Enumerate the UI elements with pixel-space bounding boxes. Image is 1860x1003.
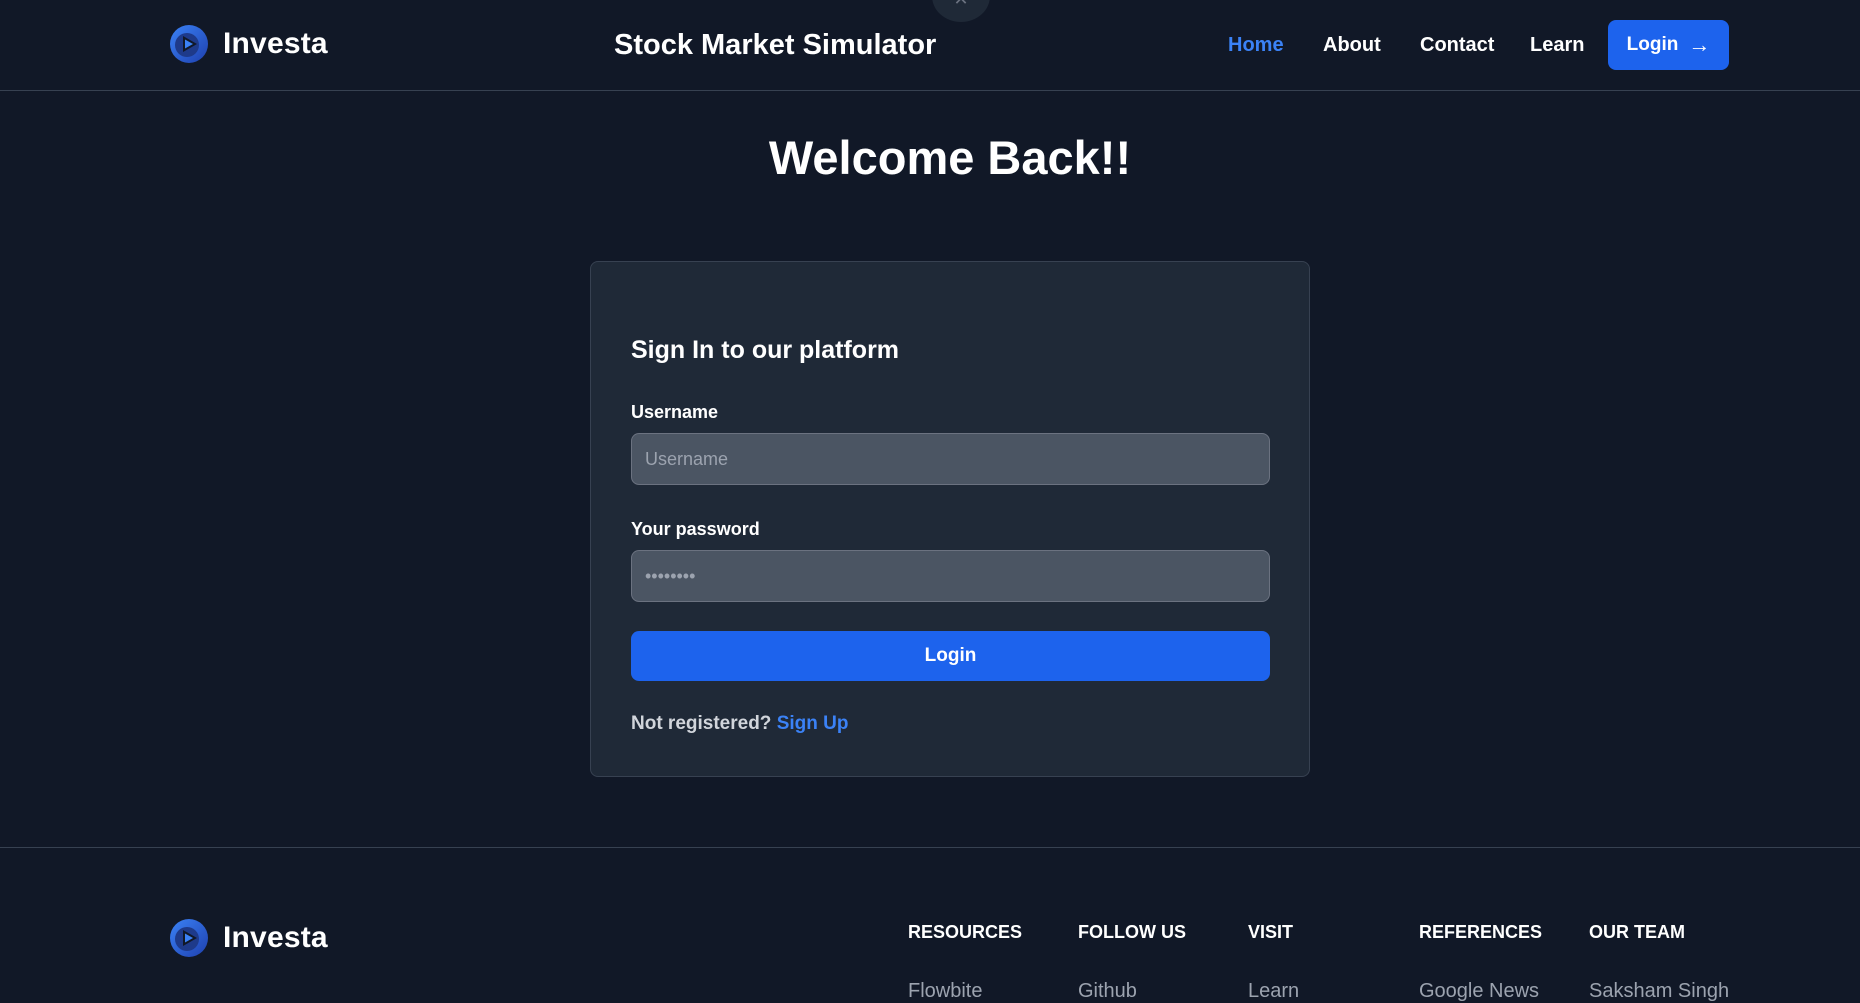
brand-name: Investa bbox=[223, 27, 328, 60]
footer-brand[interactable]: Investa bbox=[169, 918, 328, 958]
signup-prompt: Not registered? Sign Up bbox=[631, 713, 848, 735]
footer-col-follow-us: FOLLOW US Github bbox=[1078, 922, 1186, 1003]
footer-heading: OUR TEAM bbox=[1589, 922, 1685, 942]
signup-prompt-text: Not registered? bbox=[631, 713, 772, 734]
sign-in-card: Sign In to our platform Username Your pa… bbox=[590, 261, 1310, 777]
password-label: Your password bbox=[631, 519, 760, 539]
welcome-heading: Welcome Back!! bbox=[768, 131, 1132, 184]
footer: Investa RESOURCES Flowbite FOLLOW US Git… bbox=[0, 847, 1860, 1002]
footer-heading: VISIT bbox=[1248, 922, 1294, 942]
close-icon[interactable]: ✕ bbox=[932, 0, 990, 22]
nav-contact[interactable]: Contact bbox=[1420, 34, 1494, 57]
sign-in-title: Sign In to our platform bbox=[631, 336, 900, 364]
footer-brand-name: Investa bbox=[223, 921, 328, 954]
username-label: Username bbox=[631, 402, 719, 422]
footer-link[interactable]: Google News bbox=[1419, 980, 1542, 1003]
footer-col-references: REFERENCES Google News bbox=[1419, 922, 1542, 1003]
brand[interactable]: Investa bbox=[169, 24, 328, 64]
password-input[interactable] bbox=[631, 550, 1270, 602]
signup-link[interactable]: Sign Up bbox=[777, 713, 849, 734]
login-submit-button[interactable]: Login bbox=[631, 631, 1270, 681]
nav-learn[interactable]: Learn bbox=[1530, 34, 1584, 57]
nav-about[interactable]: About bbox=[1323, 34, 1381, 57]
site-title: Stock Market Simulator bbox=[614, 29, 937, 61]
footer-link[interactable]: Learn bbox=[1248, 980, 1299, 1003]
footer-col-our-team: OUR TEAM Saksham Singh bbox=[1589, 922, 1729, 1003]
footer-col-resources: RESOURCES Flowbite bbox=[908, 922, 1022, 1003]
footer-heading: REFERENCES bbox=[1419, 922, 1543, 942]
header-login-label: Login bbox=[1626, 34, 1679, 55]
logo-icon bbox=[170, 919, 208, 957]
footer-heading: FOLLOW US bbox=[1078, 922, 1186, 942]
username-input[interactable] bbox=[631, 433, 1270, 485]
footer-link[interactable]: Flowbite bbox=[908, 980, 1022, 1003]
footer-col-visit: VISIT Learn bbox=[1248, 922, 1299, 1003]
arrow-right-icon: → bbox=[1688, 32, 1711, 57]
header-login-button[interactable]: Login → bbox=[1608, 20, 1729, 70]
footer-heading: RESOURCES bbox=[908, 922, 1023, 942]
top-navbar: Investa Stock Market Simulator ✕ Home Ab… bbox=[0, 0, 1860, 91]
footer-link[interactable]: Saksham Singh bbox=[1589, 980, 1729, 1003]
nav-home[interactable]: Home bbox=[1228, 34, 1284, 57]
logo-icon bbox=[170, 25, 208, 63]
footer-link[interactable]: Github bbox=[1078, 980, 1186, 1003]
